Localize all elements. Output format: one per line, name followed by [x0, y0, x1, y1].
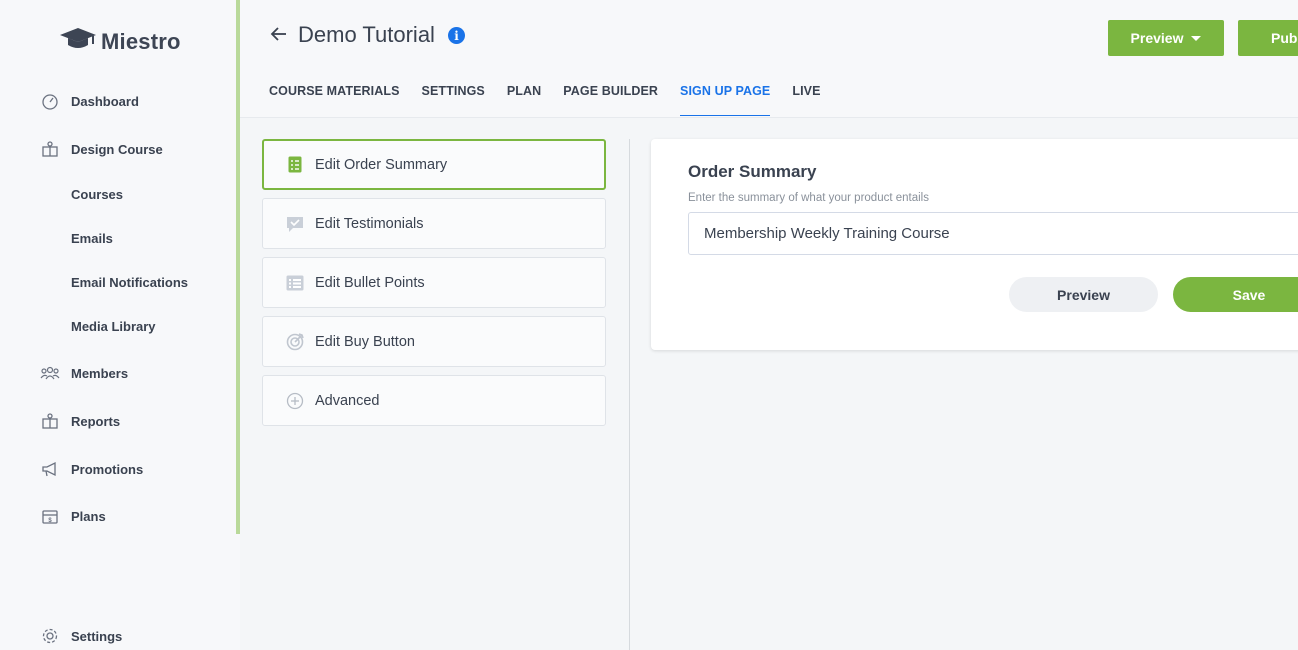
sidebar-item-courses[interactable]: Courses — [71, 187, 123, 202]
save-button[interactable]: Save — [1173, 277, 1298, 312]
edit-order-summary-item[interactable]: Edit Order Summary — [262, 139, 606, 190]
checklist-icon — [286, 156, 304, 174]
megaphone-icon — [40, 459, 60, 479]
edit-buy-button-item[interactable]: Edit Buy Button — [262, 316, 606, 367]
logo[interactable]: Miestro — [59, 26, 181, 57]
edit-item-label: Edit Testimonials — [315, 215, 424, 232]
sidebar-item-label: Plans — [71, 508, 106, 524]
sidebar-item-label: Reports — [71, 413, 121, 429]
gauge-icon — [40, 91, 60, 111]
edit-item-label: Edit Order Summary — [315, 156, 448, 173]
sidebar-item-emails[interactable]: Emails — [71, 231, 113, 246]
chat-check-icon — [286, 215, 304, 233]
page-header: Demo Tutorial i Preview Publish COURSE M… — [240, 0, 1298, 118]
back-arrow-icon[interactable] — [269, 24, 289, 49]
edit-item-label: Edit Buy Button — [315, 333, 415, 350]
sidebar-item-email-notifications[interactable]: Email Notifications — [71, 275, 188, 290]
sidebar-item-settings[interactable]: Settings — [40, 626, 122, 646]
plus-circle-icon — [286, 392, 304, 410]
sidebar-item-promotions[interactable]: Promotions — [40, 459, 143, 479]
target-icon — [286, 332, 304, 351]
advanced-item[interactable]: Advanced — [262, 375, 606, 426]
order-summary-card: Order Summary Enter the summary of what … — [651, 139, 1298, 350]
card-title: Order Summary — [688, 162, 817, 181]
tab-page-builder[interactable]: PAGE BUILDER — [563, 84, 658, 116]
tab-live[interactable]: LIVE — [792, 84, 820, 116]
publish-button[interactable]: Publish — [1238, 20, 1298, 56]
sidebar-item-label: Design Course — [71, 141, 163, 157]
sidebar-divider — [236, 534, 240, 650]
tab-bar: COURSE MATERIALS SETTINGS PLAN PAGE BUIL… — [269, 84, 843, 116]
sidebar-item-members[interactable]: Members — [40, 363, 128, 383]
book-icon — [40, 139, 60, 159]
sidebar-item-reports[interactable]: Reports — [40, 411, 120, 431]
panel-divider — [629, 139, 630, 650]
plans-icon: $ — [40, 506, 60, 526]
info-icon[interactable]: i — [448, 27, 465, 44]
sidebar: Miestro Dashboard Design Course Courses … — [0, 0, 236, 650]
tab-plan[interactable]: PLAN — [507, 84, 541, 116]
tab-course-materials[interactable]: COURSE MATERIALS — [269, 84, 400, 116]
edit-item-label: Edit Bullet Points — [315, 274, 425, 291]
preview-button[interactable]: Preview — [1009, 277, 1158, 312]
sidebar-item-label: Members — [71, 365, 129, 381]
order-summary-input[interactable] — [688, 212, 1298, 255]
edit-section-list: Edit Order Summary Edit Testimonials Edi… — [262, 139, 606, 434]
edit-testimonials-item[interactable]: Edit Testimonials — [262, 198, 606, 249]
logo-text: Miestro — [101, 28, 181, 54]
sidebar-item-media-library[interactable]: Media Library — [71, 319, 156, 334]
report-icon — [40, 411, 60, 431]
caret-down-icon — [1191, 35, 1202, 41]
page-title: Demo Tutorial — [298, 22, 435, 47]
tab-sign-up-page[interactable]: SIGN UP PAGE — [680, 84, 771, 116]
sidebar-item-label: Dashboard — [71, 93, 139, 109]
gear-icon — [40, 626, 60, 646]
users-icon — [40, 363, 60, 383]
card-help-text: Enter the summary of what your product e… — [688, 192, 929, 204]
sidebar-item-label: Settings — [71, 628, 123, 644]
sidebar-item-plans[interactable]: $ Plans — [40, 506, 106, 526]
list-icon — [286, 274, 304, 292]
graduation-cap-icon — [59, 26, 97, 57]
tab-settings[interactable]: SETTINGS — [422, 84, 485, 116]
sidebar-item-design-course[interactable]: Design Course — [40, 139, 163, 159]
preview-button-label: Preview — [1130, 30, 1184, 46]
sidebar-item-dashboard[interactable]: Dashboard — [40, 91, 139, 111]
edit-bullet-points-item[interactable]: Edit Bullet Points — [262, 257, 606, 308]
preview-dropdown-button[interactable]: Preview — [1108, 20, 1224, 56]
edit-item-label: Advanced — [315, 392, 380, 409]
sidebar-item-label: Promotions — [71, 461, 144, 477]
